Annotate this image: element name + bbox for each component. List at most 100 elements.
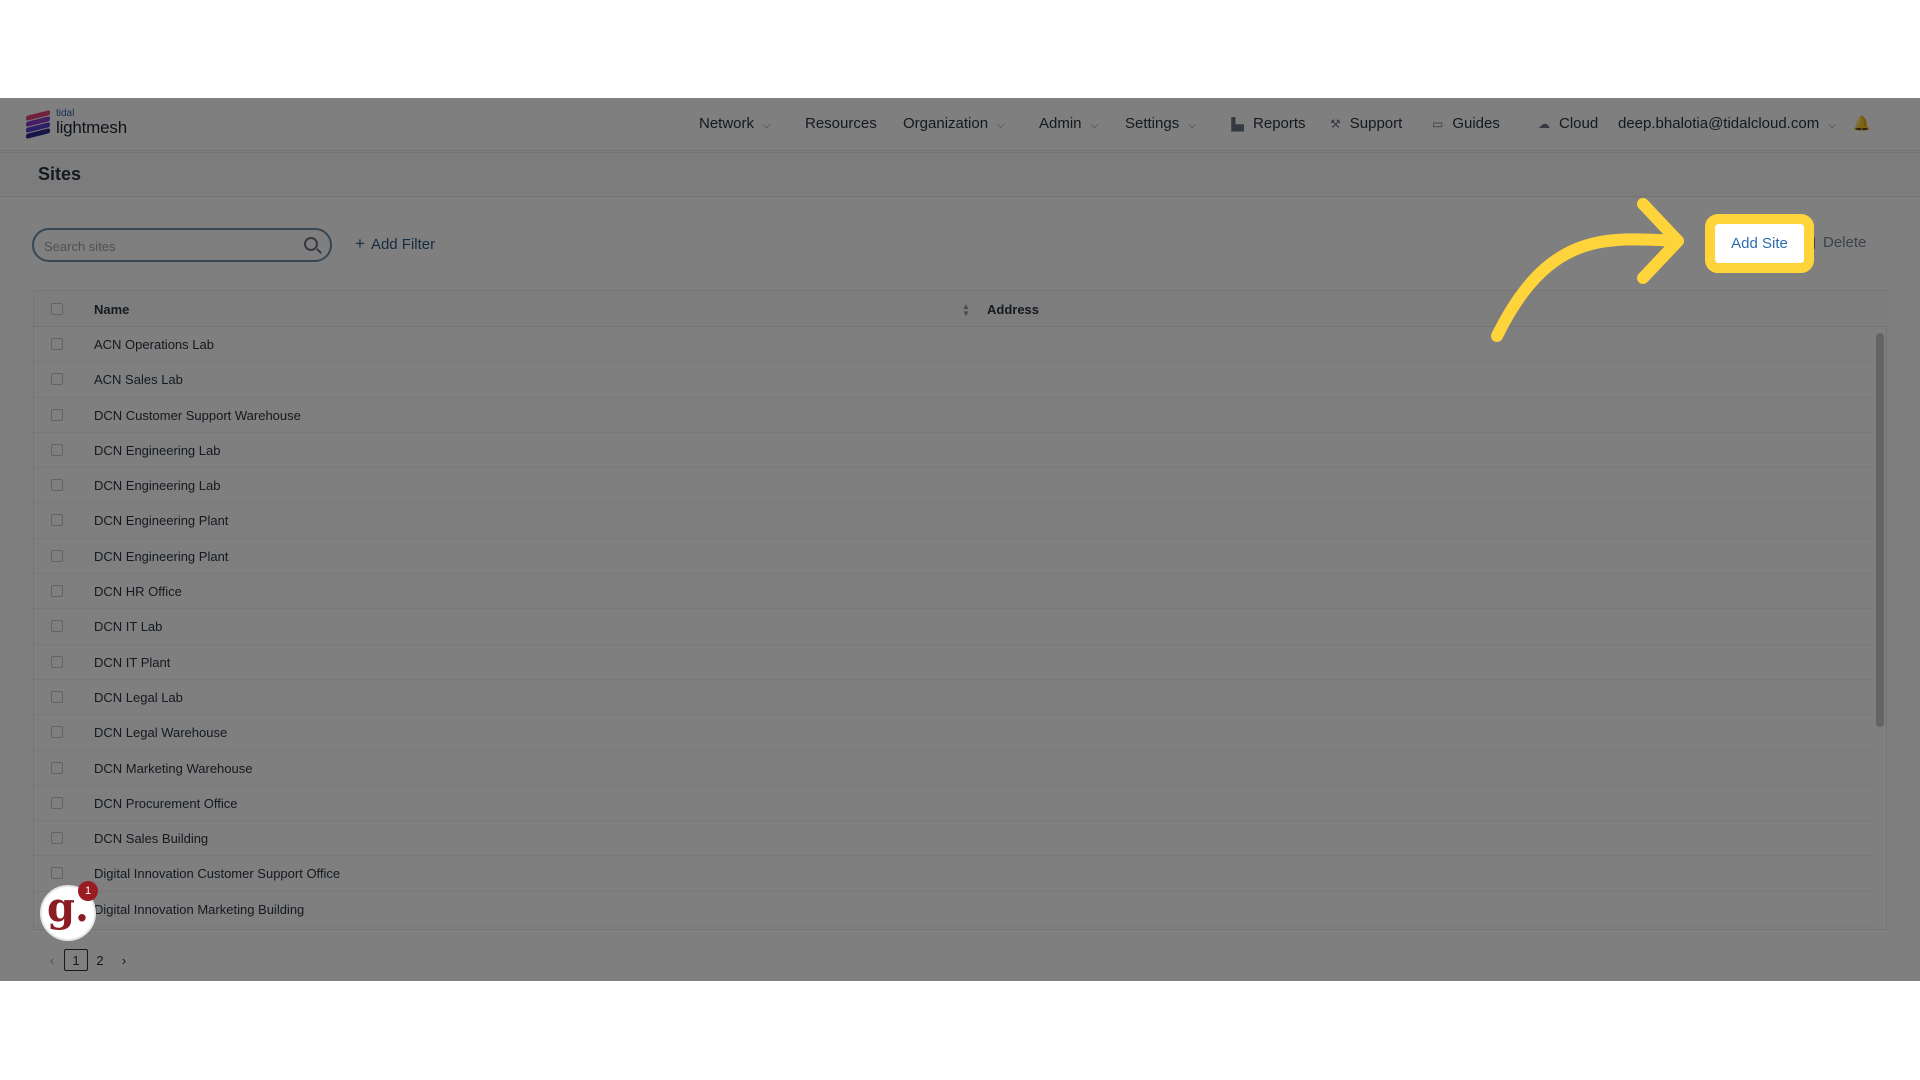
sort-icon[interactable]: ▲ ▼ — [962, 303, 970, 318]
guide-widget[interactable]: g. 1 — [40, 881, 98, 941]
delete-label: Delete — [1823, 234, 1867, 251]
add-filter-button[interactable]: + Add Filter — [355, 234, 435, 254]
table-row[interactable]: DCN Marketing Warehouse — [34, 751, 1874, 786]
search-input[interactable] — [44, 236, 294, 256]
row-checkbox[interactable] — [51, 832, 63, 845]
nav-support[interactable]: ⚒ Support — [1330, 115, 1402, 132]
row-checkbox[interactable] — [51, 514, 63, 527]
site-name[interactable]: ACN Sales Lab — [94, 372, 183, 387]
table-row[interactable]: DCN Customer Support Warehouse — [34, 398, 1874, 433]
row-checkbox[interactable] — [51, 549, 63, 562]
table-row[interactable]: DCN HR Office — [34, 574, 1874, 610]
site-name[interactable]: DCN Customer Support Warehouse — [94, 408, 301, 423]
nav-reports[interactable]: ▐▄ Reports — [1227, 115, 1306, 132]
nav-guides[interactable]: ▭ Guides — [1432, 115, 1500, 132]
table-row[interactable]: DCN Legal Lab — [34, 680, 1874, 716]
user-email: deep.bhalotia@tidalcloud.com — [1618, 115, 1820, 132]
table-row[interactable]: DCN Sales Building — [34, 821, 1874, 857]
vertical-scrollbar[interactable] — [1876, 333, 1884, 727]
table-row[interactable]: DCN Engineering Lab — [34, 433, 1874, 469]
table-row[interactable]: Digital Innovation Customer Support Offi… — [34, 856, 1874, 892]
row-checkbox[interactable] — [51, 867, 63, 880]
page-1-button[interactable]: 1 — [64, 949, 88, 971]
row-checkbox[interactable] — [51, 655, 63, 668]
row-checkbox[interactable] — [51, 443, 63, 456]
site-name[interactable]: DCN Engineering Plant — [94, 549, 228, 564]
bar-chart-icon: ▐▄ — [1227, 116, 1245, 131]
nav-admin-label: Admin — [1039, 115, 1082, 132]
trash-icon — [1805, 236, 1815, 249]
site-name[interactable]: DCN HR Office — [94, 584, 182, 599]
nav-resources[interactable]: Resources — [805, 115, 877, 132]
next-page-icon[interactable]: › — [112, 949, 136, 971]
site-name[interactable]: DCN Engineering Lab — [94, 443, 220, 458]
lightmesh-logo[interactable]: tidal lightmesh — [26, 109, 127, 139]
page-2-button[interactable]: 2 — [88, 949, 112, 971]
site-name[interactable]: DCN Marketing Warehouse — [94, 761, 252, 776]
nav-support-label: Support — [1349, 115, 1403, 132]
cloud-icon: ☁ — [1538, 116, 1550, 131]
delete-button[interactable]: Delete — [1805, 234, 1866, 251]
nav-reports-label: Reports — [1253, 115, 1306, 132]
table-row[interactable]: DCN IT Plant — [34, 645, 1874, 680]
nav-settings[interactable]: Settings ⌵ — [1125, 115, 1196, 132]
row-checkbox[interactable] — [51, 726, 63, 739]
plus-icon: + — [355, 234, 365, 253]
table-row[interactable]: ACN Sales Lab — [34, 362, 1874, 398]
bell-icon[interactable]: 🔔 — [1853, 115, 1870, 132]
prev-page-icon[interactable]: ‹ — [40, 949, 64, 971]
column-header-name[interactable]: Name — [94, 302, 129, 317]
table-header: Name ▲ ▼ Address — [34, 291, 1887, 327]
site-name[interactable]: DCN IT Plant — [94, 655, 170, 670]
row-checkbox[interactable] — [51, 408, 63, 421]
search-box[interactable] — [32, 228, 332, 262]
select-all-checkbox[interactable] — [51, 303, 63, 315]
row-checkbox[interactable] — [51, 761, 63, 774]
nav-cloud-label: Cloud — [1559, 115, 1599, 132]
add-site-button[interactable]: Add Site — [1705, 214, 1814, 273]
site-name[interactable]: DCN Legal Lab — [94, 690, 183, 705]
table-row[interactable]: DCN Procurement Office — [34, 786, 1874, 822]
row-checkbox[interactable] — [51, 796, 63, 809]
site-name[interactable]: Digital Innovation Customer Support Offi… — [94, 866, 340, 881]
sites-table: Name ▲ ▼ Address ACN Operations Lab ACN Sa… — [33, 290, 1887, 930]
table-row[interactable]: DCN Engineering Lab — [34, 468, 1874, 504]
page-header: Sites — [0, 152, 1920, 197]
notification-badge: 1 — [78, 881, 98, 901]
table-row[interactable]: DCN Engineering Plant — [34, 503, 1874, 539]
table-row[interactable]: DCN IT Lab — [34, 609, 1874, 645]
nav-admin[interactable]: Admin ⌵ — [1039, 115, 1098, 132]
site-name[interactable]: Digital Innovation Marketing Building — [94, 902, 304, 917]
site-name[interactable]: ACN Operations Lab — [94, 337, 214, 352]
site-name[interactable]: DCN IT Lab — [94, 619, 162, 634]
row-checkbox[interactable] — [51, 585, 63, 598]
page-title: Sites — [38, 164, 82, 184]
row-checkbox[interactable] — [51, 620, 63, 633]
nav-organization-label: Organization — [903, 115, 989, 132]
site-name[interactable]: DCN Engineering Lab — [94, 478, 220, 493]
site-name[interactable]: DCN Legal Warehouse — [94, 725, 227, 740]
row-checkbox[interactable] — [51, 338, 63, 350]
row-checkbox[interactable] — [51, 479, 63, 492]
row-checkbox[interactable] — [51, 690, 63, 703]
site-name[interactable]: DCN Engineering Plant — [94, 513, 228, 528]
nav-organization[interactable]: Organization ⌵ — [903, 115, 1005, 132]
table-body: ACN Operations Lab ACN Sales Lab DCN Custo… — [34, 327, 1874, 928]
top-navigation: tidal lightmesh Network ⌵ Resources Orga… — [0, 98, 1920, 151]
nav-resources-label: Resources — [805, 115, 877, 132]
table-row[interactable]: ACN Operations Lab — [34, 327, 1874, 363]
chevron-down-icon: ⌵ — [1090, 120, 1099, 131]
search-icon[interactable] — [304, 237, 318, 251]
site-name[interactable]: DCN Procurement Office — [94, 796, 238, 811]
user-menu[interactable]: deep.bhalotia@tidalcloud.com ⌵ — [1618, 115, 1836, 132]
nav-cloud[interactable]: ☁ Cloud — [1538, 115, 1598, 132]
nav-network[interactable]: Network ⌵ — [699, 115, 771, 132]
table-row[interactable]: DCN Engineering Plant — [34, 539, 1874, 575]
pagination: ‹ 1 2 › — [40, 949, 136, 971]
nav-settings-label: Settings — [1125, 115, 1180, 132]
table-row[interactable]: DCN Legal Warehouse — [34, 715, 1874, 751]
table-row[interactable]: Digital Innovation Marketing Building — [34, 892, 1874, 928]
row-checkbox[interactable] — [51, 373, 63, 386]
column-header-address[interactable]: Address — [987, 302, 1039, 317]
site-name[interactable]: DCN Sales Building — [94, 831, 208, 846]
